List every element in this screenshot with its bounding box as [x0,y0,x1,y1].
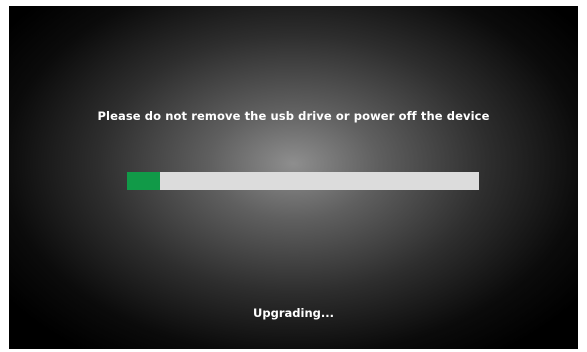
upgrade-progress-fill [127,172,161,190]
warning-message: Please do not remove the usb drive or po… [97,109,490,123]
upgrade-display: Please do not remove the usb drive or po… [9,6,578,349]
upgrade-status-text: Upgrading... [253,306,334,320]
upgrade-screen: Please do not remove the usb drive or po… [0,0,587,352]
upgrade-progress-bar [127,172,479,190]
